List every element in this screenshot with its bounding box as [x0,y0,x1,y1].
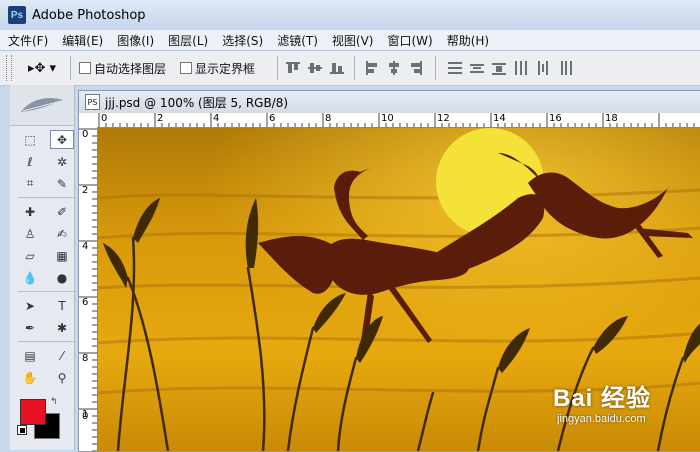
document-title-bar[interactable]: PS jjj.psd @ 100% (图层 5, RGB/8) [79,91,700,113]
ruler-v-label: 6 [82,297,89,308]
ruler-v-label: 4 [82,241,89,252]
ruler-h-label: 4 [213,113,220,124]
ruler-v-label: 8 [82,353,89,364]
ruler-h-label: 14 [493,113,506,124]
tool-group-divider [18,197,76,198]
hand-tool-icon[interactable]: ✋ [18,368,42,387]
ruler-h-label: 18 [605,113,618,124]
align-left-icon[interactable] [365,61,379,75]
distribute-vcenter-icon[interactable] [470,61,485,75]
notes-tool-icon[interactable]: ▤ [18,346,42,365]
shape-tool-icon[interactable]: ✱ [50,318,74,337]
toolbox-panel: ⬚ ✥ ℓ ✲ ⌗ ✎ ✚ ✐ ♙ ✍ ▱ ▦ 💧 ● ➤ T ✒ ✱ ▤ ⁄ ✋ ⚲ ↰ [10,85,76,450]
eraser-tool-icon[interactable]: ▱ [18,246,42,265]
ruler-h-label: 2 [157,113,164,124]
menu-bar: 文件(F) 编辑(E) 图像(I) 图层(L) 选择(S) 滤镜(T) 视图(V… [0,30,700,51]
menu-edit[interactable]: 编辑(E) [54,32,109,49]
watermark-logo: Bai 经验 [553,385,652,412]
magic-wand-tool-icon[interactable]: ✲ [50,152,74,171]
pen-tool-icon[interactable]: ✒ [18,318,42,337]
ruler-v-label: 0 [82,411,89,422]
tool-grid: ⬚ ✥ ℓ ✲ ⌗ ✎ ✚ ✐ ♙ ✍ ▱ ▦ 💧 ● ➤ T ✒ ✱ ▤ ⁄ ✋ ⚲ [10,126,76,387]
blur-tool-icon[interactable]: 💧 [18,268,42,287]
auto-select-checkbox[interactable] [79,62,91,74]
ruler-v-label: 0 [82,129,89,140]
tool-preset-picker[interactable]: ▸✥ ▾ [22,55,62,81]
zoom-tool-icon[interactable]: ⚲ [50,368,74,387]
distribute-hcenter-icon[interactable] [536,61,550,75]
ruler-h-label: 12 [437,113,450,124]
ruler-h-label: 8 [325,113,332,124]
menu-view[interactable]: 视图(V) [324,32,380,49]
align-top-icon[interactable] [286,61,301,75]
psd-file-icon: PS [85,94,100,110]
type-tool-icon[interactable]: T [50,296,74,315]
ruler-h-label: 6 [269,113,276,124]
feather-logo-icon[interactable] [10,85,74,126]
default-colors-icon[interactable] [17,425,27,435]
menu-file[interactable]: 文件(F) [0,32,54,49]
align-right-icon[interactable] [409,61,423,75]
vertical-ruler[interactable]: 0246810 [79,127,98,451]
show-bounds-label: 显示定界框 [195,61,256,76]
divider [70,56,71,80]
app-title: Adobe Photoshop [32,7,146,23]
foreground-color-swatch[interactable] [20,399,46,425]
options-grip[interactable] [6,55,12,81]
slice-tool-icon[interactable]: ✎ [50,174,74,193]
dodge-tool-icon[interactable]: ● [50,268,74,287]
align-hcenter-icon[interactable] [387,61,401,75]
divider [354,56,356,80]
photoshop-logo-icon: Ps [8,6,26,24]
align-vcenter-icon[interactable] [308,61,323,75]
distribute-bottom-icon[interactable] [492,61,507,75]
distribute-right-icon[interactable] [558,61,573,75]
crop-tool-icon[interactable]: ⌗ [18,174,42,193]
auto-select-label: 自动选择图层 [94,61,167,76]
ruler-h-label: 10 [381,113,394,124]
menu-image[interactable]: 图像(I) [109,32,160,49]
distribute-left-icon[interactable] [514,61,528,75]
menu-window[interactable]: 窗口(W) [379,32,438,49]
stamp-tool-icon[interactable]: ♙ [18,224,42,243]
ruler-v-label: 2 [82,185,89,196]
tool-group-divider [18,291,76,292]
watermark-url: jingyan.baidu.com [557,413,646,425]
baidu-jingyan-watermark: Bai 经验 jingyan.baidu.com [553,378,651,425]
gradient-tool-icon[interactable]: ▦ [50,246,74,265]
distribute-top-icon[interactable] [448,61,463,75]
show-bounds-option[interactable]: 显示定界框 [180,60,255,77]
swap-colors-icon[interactable]: ↰ [50,397,58,407]
move-tool-icon[interactable]: ✥ [50,130,74,149]
horizontal-ruler[interactable]: 0 2 4 6 8 10 12 14 16 18 [97,113,700,128]
divider [277,56,279,80]
options-bar: ▸✥ ▾ 自动选择图层 显示定界框 [0,51,700,86]
lasso-tool-icon[interactable]: ℓ [18,152,42,171]
auto-select-option[interactable]: 自动选择图层 [79,60,166,77]
eyedropper-tool-icon[interactable]: ⁄ [50,346,74,365]
tool-group-divider [18,341,76,342]
healing-brush-tool-icon[interactable]: ✚ [18,202,42,221]
history-brush-tool-icon[interactable]: ✍ [50,224,74,243]
document-title: jjj.psd @ 100% (图层 5, RGB/8) [105,95,289,110]
divider [435,56,437,80]
align-buttons [286,56,573,80]
path-selection-tool-icon[interactable]: ➤ [18,296,42,315]
ruler-h-label: 0 [101,113,108,124]
brush-tool-icon[interactable]: ✐ [50,202,74,221]
document-window: PS jjj.psd @ 100% (图层 5, RGB/8) 0 2 4 6 8 10 1… [78,90,700,452]
show-bounds-checkbox[interactable] [180,62,193,74]
menu-layer[interactable]: 图层(L) [160,32,214,49]
menu-select[interactable]: 选择(S) [214,32,269,49]
menu-filter[interactable]: 滤镜(T) [269,32,324,49]
align-bottom-icon[interactable] [330,61,345,75]
title-bar: Ps Adobe Photoshop [0,0,700,30]
menu-help[interactable]: 帮助(H) [439,32,495,49]
image-canvas[interactable]: Bai 经验 jingyan.baidu.com [98,128,700,451]
color-swatches: ↰ [10,393,74,439]
marquee-tool-icon[interactable]: ⬚ [18,130,42,149]
ruler-origin[interactable] [79,113,98,128]
ruler-h-label: 16 [549,113,562,124]
